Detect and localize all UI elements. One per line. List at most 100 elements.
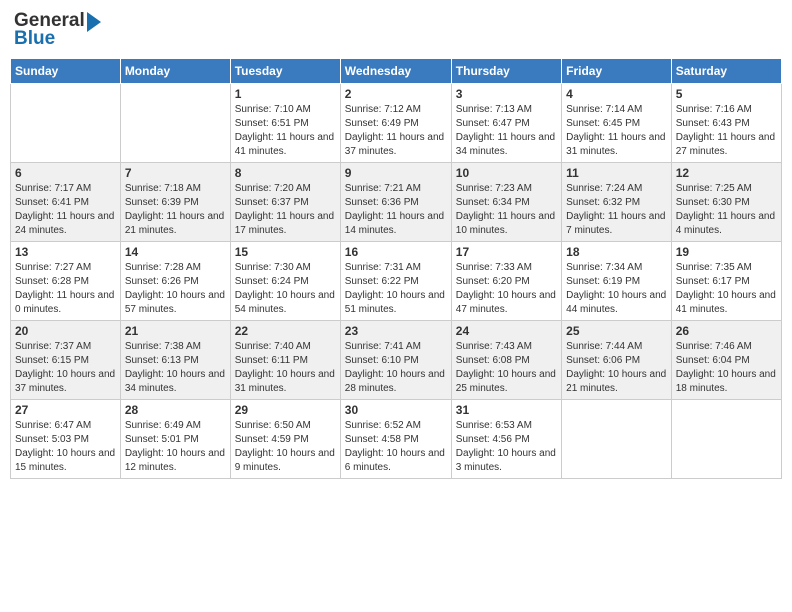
day-info: Sunrise: 7:21 AMSunset: 6:36 PMDaylight:…: [345, 182, 447, 238]
day-info: Sunrise: 7:18 AMSunset: 6:39 PMDaylight:…: [125, 182, 226, 238]
day-info: Sunrise: 7:20 AMSunset: 6:37 PMDaylight:…: [235, 182, 336, 238]
day-number: 23: [345, 324, 447, 338]
calendar-day-cell: 5 Sunrise: 7:16 AMSunset: 6:43 PMDaylight…: [671, 84, 781, 163]
day-info: Sunrise: 7:38 AMSunset: 6:13 PMDaylight:…: [125, 340, 226, 396]
day-info: Sunrise: 7:40 AMSunset: 6:11 PMDaylight:…: [235, 340, 336, 396]
day-info: Sunrise: 6:52 AMSunset: 4:58 PMDaylight:…: [345, 419, 447, 475]
day-info: Sunrise: 7:28 AMSunset: 6:26 PMDaylight:…: [125, 261, 226, 317]
day-number: 25: [566, 324, 667, 338]
day-info: Sunrise: 6:47 AMSunset: 5:03 PMDaylight:…: [15, 419, 116, 475]
page-header: General Blue: [10, 10, 782, 50]
calendar-day-cell: 17 Sunrise: 7:33 AMSunset: 6:20 PMDayligh…: [451, 242, 561, 321]
day-info: Sunrise: 7:10 AMSunset: 6:51 PMDaylight:…: [235, 103, 336, 159]
calendar-day-cell: 9 Sunrise: 7:21 AMSunset: 6:36 PMDaylight…: [340, 163, 451, 242]
day-number: 28: [125, 403, 226, 417]
day-info: Sunrise: 7:17 AMSunset: 6:41 PMDaylight:…: [15, 182, 116, 238]
day-number: 3: [456, 87, 557, 101]
day-info: Sunrise: 7:43 AMSunset: 6:08 PMDaylight:…: [456, 340, 557, 396]
calendar-day-cell: 6Sunrise: 7:17 AMSunset: 6:41 PMDaylight…: [11, 163, 121, 242]
calendar-week-row: 6Sunrise: 7:17 AMSunset: 6:41 PMDaylight…: [11, 163, 782, 242]
day-number: 2: [345, 87, 447, 101]
calendar-day-cell: 4 Sunrise: 7:14 AMSunset: 6:45 PMDaylight…: [562, 84, 672, 163]
day-info: Sunrise: 7:27 AMSunset: 6:28 PMDaylight:…: [15, 261, 116, 317]
day-number: 18: [566, 245, 667, 259]
day-number: 26: [676, 324, 777, 338]
calendar-day-cell: 29Sunrise: 6:50 AMSunset: 4:59 PMDayligh…: [230, 400, 340, 479]
calendar-header-row: SundayMondayTuesdayWednesdayThursdayFrid…: [11, 59, 782, 84]
day-number: 12: [676, 166, 777, 180]
calendar-day-cell: 18 Sunrise: 7:34 AMSunset: 6:19 PMDayligh…: [562, 242, 672, 321]
day-info: Sunrise: 7:33 AMSunset: 6:20 PMDaylight:…: [456, 261, 557, 317]
day-info: Sunrise: 6:50 AMSunset: 4:59 PMDaylight:…: [235, 419, 336, 475]
calendar-day-cell: 7 Sunrise: 7:18 AMSunset: 6:39 PMDaylight…: [120, 163, 230, 242]
calendar-day-cell: 12 Sunrise: 7:25 AMSunset: 6:30 PMDayligh…: [671, 163, 781, 242]
day-number: 27: [15, 403, 116, 417]
day-info: Sunrise: 7:34 AMSunset: 6:19 PMDaylight:…: [566, 261, 667, 317]
day-number: 11: [566, 166, 667, 180]
calendar-day-cell: [11, 84, 121, 163]
calendar-day-cell: 15Sunrise: 7:30 AMSunset: 6:24 PMDayligh…: [230, 242, 340, 321]
day-info: Sunrise: 7:12 AMSunset: 6:49 PMDaylight:…: [345, 103, 447, 159]
day-info: Sunrise: 7:25 AMSunset: 6:30 PMDaylight:…: [676, 182, 777, 238]
day-number: 5: [676, 87, 777, 101]
day-of-week-header: Monday: [120, 59, 230, 84]
day-info: Sunrise: 7:35 AMSunset: 6:17 PMDaylight:…: [676, 261, 777, 317]
day-number: 14: [125, 245, 226, 259]
day-info: Sunrise: 7:41 AMSunset: 6:10 PMDaylight:…: [345, 340, 447, 396]
day-number: 10: [456, 166, 557, 180]
calendar-day-cell: 10 Sunrise: 7:23 AMSunset: 6:34 PMDayligh…: [451, 163, 561, 242]
day-info: Sunrise: 7:44 AMSunset: 6:06 PMDaylight:…: [566, 340, 667, 396]
day-number: 9: [345, 166, 447, 180]
day-number: 16: [345, 245, 447, 259]
day-of-week-header: Sunday: [11, 59, 121, 84]
day-number: 15: [235, 245, 336, 259]
day-number: 20: [15, 324, 116, 338]
calendar-day-cell: 30Sunrise: 6:52 AMSunset: 4:58 PMDayligh…: [340, 400, 451, 479]
day-info: Sunrise: 7:13 AMSunset: 6:47 PMDaylight:…: [456, 103, 557, 159]
day-number: 19: [676, 245, 777, 259]
calendar-day-cell: 16Sunrise: 7:31 AMSunset: 6:22 PMDayligh…: [340, 242, 451, 321]
calendar-day-cell: 31 Sunrise: 6:53 AMSunset: 4:56 PMDayligh…: [451, 400, 561, 479]
calendar-week-row: 1 Sunrise: 7:10 AMSunset: 6:51 PMDaylight…: [11, 84, 782, 163]
calendar-day-cell: 11Sunrise: 7:24 AMSunset: 6:32 PMDayligh…: [562, 163, 672, 242]
calendar-day-cell: 27 Sunrise: 6:47 AMSunset: 5:03 PMDayligh…: [11, 400, 121, 479]
calendar-day-cell: 23 Sunrise: 7:41 AMSunset: 6:10 PMDayligh…: [340, 321, 451, 400]
day-number: 1: [235, 87, 336, 101]
calendar-day-cell: 8 Sunrise: 7:20 AMSunset: 6:37 PMDaylight…: [230, 163, 340, 242]
calendar-day-cell: 22 Sunrise: 7:40 AMSunset: 6:11 PMDayligh…: [230, 321, 340, 400]
day-info: Sunrise: 6:53 AMSunset: 4:56 PMDaylight:…: [456, 419, 557, 475]
day-number: 4: [566, 87, 667, 101]
calendar-day-cell: 13 Sunrise: 7:27 AMSunset: 6:28 PMDayligh…: [11, 242, 121, 321]
day-of-week-header: Tuesday: [230, 59, 340, 84]
day-info: Sunrise: 7:16 AMSunset: 6:43 PMDaylight:…: [676, 103, 777, 159]
calendar-day-cell: 1 Sunrise: 7:10 AMSunset: 6:51 PMDaylight…: [230, 84, 340, 163]
calendar-day-cell: [120, 84, 230, 163]
day-number: 22: [235, 324, 336, 338]
day-of-week-header: Friday: [562, 59, 672, 84]
calendar-day-cell: 19 Sunrise: 7:35 AMSunset: 6:17 PMDayligh…: [671, 242, 781, 321]
day-number: 8: [235, 166, 336, 180]
day-number: 7: [125, 166, 226, 180]
day-number: 31: [456, 403, 557, 417]
day-number: 13: [15, 245, 116, 259]
calendar-day-cell: 26 Sunrise: 7:46 AMSunset: 6:04 PMDayligh…: [671, 321, 781, 400]
calendar-week-row: 13 Sunrise: 7:27 AMSunset: 6:28 PMDayligh…: [11, 242, 782, 321]
logo-arrow-icon: [87, 12, 101, 32]
calendar-day-cell: [671, 400, 781, 479]
day-info: Sunrise: 6:49 AMSunset: 5:01 PMDaylight:…: [125, 419, 226, 475]
day-number: 17: [456, 245, 557, 259]
calendar-day-cell: [562, 400, 672, 479]
day-number: 24: [456, 324, 557, 338]
calendar-day-cell: 21 Sunrise: 7:38 AMSunset: 6:13 PMDayligh…: [120, 321, 230, 400]
calendar-day-cell: 25 Sunrise: 7:44 AMSunset: 6:06 PMDayligh…: [562, 321, 672, 400]
calendar-day-cell: 3 Sunrise: 7:13 AMSunset: 6:47 PMDaylight…: [451, 84, 561, 163]
calendar-day-cell: 20Sunrise: 7:37 AMSunset: 6:15 PMDayligh…: [11, 321, 121, 400]
day-info: Sunrise: 7:46 AMSunset: 6:04 PMDaylight:…: [676, 340, 777, 396]
calendar-week-row: 27 Sunrise: 6:47 AMSunset: 5:03 PMDayligh…: [11, 400, 782, 479]
day-of-week-header: Saturday: [671, 59, 781, 84]
day-number: 21: [125, 324, 226, 338]
day-info: Sunrise: 7:23 AMSunset: 6:34 PMDaylight:…: [456, 182, 557, 238]
day-info: Sunrise: 7:14 AMSunset: 6:45 PMDaylight:…: [566, 103, 667, 159]
calendar-day-cell: 28 Sunrise: 6:49 AMSunset: 5:01 PMDayligh…: [120, 400, 230, 479]
calendar-week-row: 20Sunrise: 7:37 AMSunset: 6:15 PMDayligh…: [11, 321, 782, 400]
